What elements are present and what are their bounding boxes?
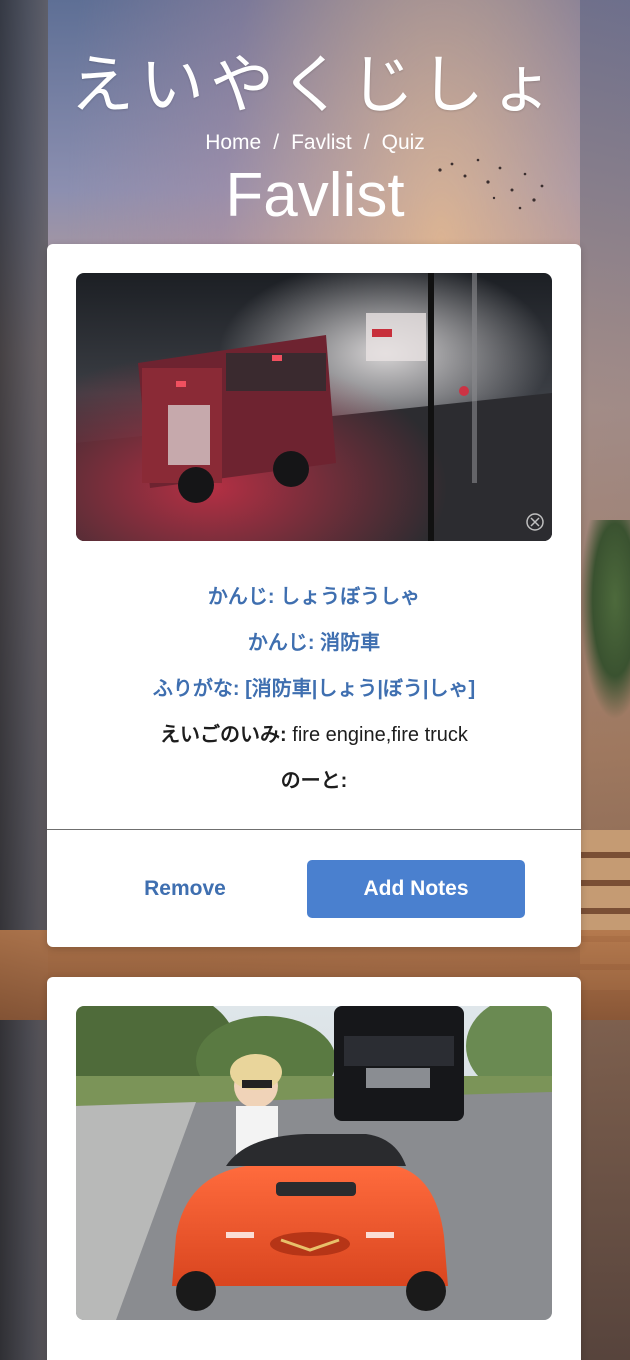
kanji-row: かんじ: 消防車 bbox=[47, 620, 581, 666]
page-header: えいやくじしょ Home / Favlist / Quiz Favlist bbox=[0, 44, 630, 234]
breadcrumb-home[interactable]: Home bbox=[205, 131, 261, 154]
meaning-row: えいごのいみ: fire engine,fire truck bbox=[47, 712, 581, 758]
notes-row: のーと: bbox=[47, 758, 581, 804]
card-divider bbox=[47, 829, 581, 830]
toy-car-image bbox=[76, 1006, 552, 1320]
background-plant bbox=[580, 520, 630, 720]
breadcrumb-favlist[interactable]: Favlist bbox=[291, 131, 352, 154]
furigana-label: ふりがな: bbox=[152, 678, 240, 700]
breadcrumb-separator: / bbox=[363, 131, 370, 154]
notes-label: のーと: bbox=[280, 770, 348, 792]
favorite-card bbox=[47, 977, 581, 1360]
favorite-card: かんじ: しょうぼうしゃ かんじ: 消防車 ふりがな: [消防車|しょう|ぼう|… bbox=[47, 244, 581, 947]
furigana-row: ふりがな: [消防車|しょう|ぼう|しゃ] bbox=[47, 666, 581, 712]
breadcrumb: Home / Favlist / Quiz bbox=[0, 128, 630, 158]
page-title: Favlist bbox=[225, 161, 405, 230]
add-notes-button[interactable]: Add Notes bbox=[307, 860, 525, 918]
word-details: かんじ: しょうぼうしゃ かんじ: 消防車 ふりがな: [消防車|しょう|ぼう|… bbox=[47, 574, 581, 804]
breadcrumb-quiz[interactable]: Quiz bbox=[382, 131, 425, 154]
meaning-label: えいごのいみ: bbox=[160, 724, 287, 746]
breadcrumb-separator: / bbox=[273, 131, 280, 154]
giphy-icon bbox=[526, 513, 544, 531]
reading-row: かんじ: しょうぼうしゃ bbox=[47, 574, 581, 620]
kanji-label: かんじ: bbox=[247, 632, 315, 654]
app-title: えいやくじしょ bbox=[70, 49, 560, 123]
fire-truck-image bbox=[76, 273, 552, 541]
furigana-value: [消防車|しょう|ぼう|しゃ] bbox=[245, 678, 476, 700]
reading-value: しょうぼうしゃ bbox=[280, 586, 421, 608]
meaning-value: fire engine,fire truck bbox=[292, 724, 468, 746]
card-image-fire-truck bbox=[76, 273, 552, 541]
reading-label: かんじ: bbox=[207, 586, 275, 608]
card-image-toy-car bbox=[76, 1006, 552, 1320]
remove-button[interactable]: Remove bbox=[119, 860, 251, 918]
kanji-value: 消防車 bbox=[320, 632, 381, 654]
